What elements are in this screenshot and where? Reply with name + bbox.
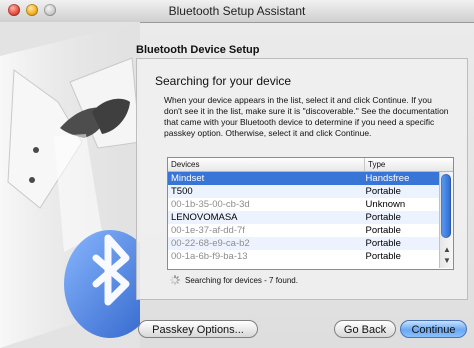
section-title: Searching for your device bbox=[155, 74, 292, 88]
content-panel: Searching for your device When your devi… bbox=[136, 58, 468, 300]
scroll-up-icon[interactable]: ▲ bbox=[443, 245, 451, 255]
device-name: 00-1a-6b-f9-ba-13 bbox=[171, 251, 248, 262]
bluetooth-setup-window: Bluetooth Setup Assistant Bluetooth Devi… bbox=[0, 0, 474, 348]
devices-table[interactable]: Devices Type Mindset Handsfree T500 Port… bbox=[167, 157, 454, 270]
device-type: Portable bbox=[365, 251, 401, 262]
table-row[interactable]: LENOVOMASA Portable bbox=[168, 211, 439, 224]
device-type: Portable bbox=[365, 225, 401, 236]
table-row[interactable]: Mindset Handsfree bbox=[168, 172, 439, 185]
table-row[interactable]: 00-1a-6b-f9-ba-13 Portable bbox=[168, 250, 439, 263]
device-type: Portable bbox=[365, 212, 401, 223]
instructions-text: When your device appears in the list, se… bbox=[164, 95, 449, 138]
table-row[interactable]: 00-1b-35-00-cb-3d Unknown bbox=[168, 198, 439, 211]
continue-button[interactable]: Continue bbox=[400, 320, 467, 338]
scrollbar-thumb[interactable] bbox=[441, 174, 451, 238]
device-type: Portable bbox=[365, 186, 401, 197]
page-title: Bluetooth Device Setup bbox=[136, 44, 260, 56]
device-type: Unknown bbox=[365, 199, 406, 210]
table-header: Devices Type bbox=[168, 158, 453, 172]
column-header-type[interactable]: Type bbox=[364, 158, 438, 171]
device-name: T500 bbox=[171, 186, 193, 197]
spinner-icon bbox=[170, 275, 180, 285]
device-name: Mindset bbox=[171, 173, 205, 184]
table-row[interactable]: 00-22-68-e9-ca-b2 Portable bbox=[168, 237, 439, 250]
device-name: 00-22-68-e9-ca-b2 bbox=[171, 238, 250, 249]
vertical-scrollbar[interactable]: ▲ ▼ bbox=[439, 172, 453, 268]
status-text: Searching for devices - 7 found. bbox=[185, 276, 298, 285]
device-name: 00-1b-35-00-cb-3d bbox=[171, 199, 250, 210]
device-rows: Mindset Handsfree T500 Portable 00-1b-35… bbox=[168, 172, 439, 263]
column-header-devices[interactable]: Devices bbox=[168, 158, 364, 171]
search-status: Searching for devices - 7 found. bbox=[170, 275, 298, 285]
device-name: LENOVOMASA bbox=[171, 212, 238, 223]
table-row[interactable]: 00-1e-37-af-dd-7f Portable bbox=[168, 224, 439, 237]
scroll-down-icon[interactable]: ▼ bbox=[443, 256, 451, 266]
go-back-button[interactable]: Go Back bbox=[334, 320, 396, 338]
title-bar[interactable]: Bluetooth Setup Assistant bbox=[0, 0, 474, 23]
device-name: 00-1e-37-af-dd-7f bbox=[171, 225, 245, 236]
window-title: Bluetooth Setup Assistant bbox=[168, 4, 306, 18]
tuxedo-illustration-icon bbox=[0, 22, 140, 348]
table-row[interactable]: T500 Portable bbox=[168, 185, 439, 198]
passkey-options-button[interactable]: Passkey Options... bbox=[138, 320, 258, 338]
device-type: Handsfree bbox=[365, 173, 410, 184]
device-type: Portable bbox=[365, 238, 401, 249]
